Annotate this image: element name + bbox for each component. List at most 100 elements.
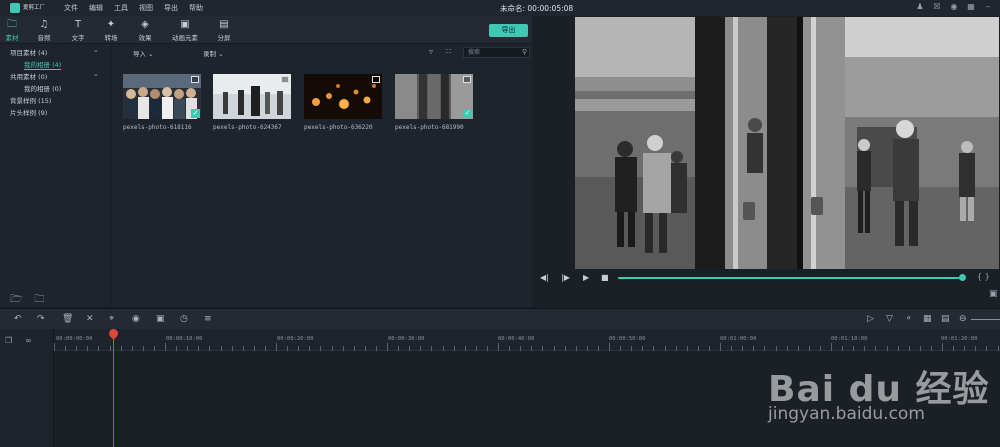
color-icon[interactable]: ◉ xyxy=(132,314,140,324)
playhead[interactable] xyxy=(113,333,114,447)
account-icon[interactable]: ♟ xyxy=(916,3,924,11)
image-icon: ▣ xyxy=(180,19,190,30)
tree-actions: 🗁 🗀 xyxy=(10,292,44,309)
transition-icon: ✦ xyxy=(106,19,116,30)
delete-icon[interactable]: 🗑 xyxy=(62,314,73,324)
tree-item-shared-media[interactable]: 共用素材 (0) xyxy=(10,71,47,81)
main-toolbar: 🗀 素材 ♫ 音频 T 文字 ✦ 转场 ◈ 效果 ▣ 动画元素 ▤ 分屏 导出 xyxy=(0,16,532,44)
menu-file[interactable]: 文件 xyxy=(64,3,78,13)
redo-icon[interactable]: ↷ xyxy=(37,314,45,324)
tab-media[interactable]: 🗀 素材 xyxy=(0,19,27,42)
new-folder-icon[interactable]: 🗁 xyxy=(10,292,22,309)
chevron-down-icon[interactable]: ⌄ xyxy=(93,46,99,54)
checkmark-icon[interactable]: ✓ xyxy=(191,109,200,118)
snapshot-icon[interactable]: ▣ xyxy=(989,289,998,299)
tab-split-screen[interactable]: ▤ 分屏 xyxy=(209,19,239,42)
track-manager-icon[interactable]: ❐ xyxy=(5,336,12,345)
tree-item-my-album[interactable]: 我的相册 (4) xyxy=(24,59,62,70)
crop-icon[interactable]: ⌖ xyxy=(109,314,114,324)
checkmark-icon[interactable]: ✓ xyxy=(463,109,472,118)
marker-icon[interactable]: ▤ xyxy=(941,314,950,324)
progress-handle[interactable] xyxy=(959,274,966,281)
voiceover-icon[interactable]: ▦ xyxy=(923,314,932,324)
minimize-icon[interactable]: – xyxy=(984,3,992,11)
filter-icon[interactable]: ▿ xyxy=(429,47,433,56)
tab-text[interactable]: T 文字 xyxy=(63,19,93,42)
tab-label: 文字 xyxy=(71,34,85,42)
tree-item-my-album-shared[interactable]: 我的相册 (0) xyxy=(24,83,61,93)
chevron-down-icon: ⌄ xyxy=(148,50,154,58)
media-thumbnail-4[interactable]: ✓ xyxy=(395,74,473,119)
media-thumbnail-3[interactable] xyxy=(304,74,382,119)
chevron-down-icon[interactable]: ⌄ xyxy=(93,70,99,78)
menu-edit[interactable]: 编辑 xyxy=(89,3,103,13)
cut-icon[interactable]: ✕ xyxy=(86,314,94,324)
menu-tools[interactable]: 工具 xyxy=(114,3,128,13)
crowd-photo xyxy=(123,74,201,119)
tick-label: 00:00:00:00 xyxy=(56,336,93,342)
previous-frame-icon[interactable]: ◀| xyxy=(540,273,549,282)
folder-icon[interactable]: 🗀 xyxy=(34,292,44,309)
search-placeholder: 搜索 xyxy=(468,49,481,56)
logo-text: 爱剪工厂 xyxy=(23,5,46,11)
image-type-icon xyxy=(372,76,380,83)
fullscreen-icon[interactable]: { } xyxy=(977,272,990,281)
tab-transition[interactable]: ✦ 转场 xyxy=(96,19,126,42)
tree-item-project-media[interactable]: 项目素材 (4) xyxy=(10,47,47,57)
record-dropdown[interactable]: 录制 ⌄ xyxy=(203,48,224,58)
step-forward-icon[interactable]: |▶ xyxy=(561,273,570,282)
tab-audio[interactable]: ♫ 音频 xyxy=(29,19,59,42)
tab-label: 动画元素 xyxy=(172,34,198,42)
render-icon[interactable]: ▷ xyxy=(867,314,874,324)
zoom-out-icon[interactable]: ⊖ xyxy=(959,314,967,324)
play-icon[interactable]: ▶ xyxy=(583,273,589,282)
title-bar: 爱剪工厂 文件 编辑 工具 视图 导出 帮助 未命名: 00:00:05:08 … xyxy=(0,0,1000,16)
baidu-watermark: Bai du 经验 jingyan.baidu.com xyxy=(760,358,1000,447)
playback-progress[interactable] xyxy=(618,277,962,279)
effect-icon: ◈ xyxy=(141,19,149,30)
save-icon[interactable]: ▦ xyxy=(967,3,975,11)
link-icon[interactable]: ∞ xyxy=(25,336,32,345)
zoom-slider[interactable] xyxy=(971,319,1000,320)
folder-icon: 🗀 xyxy=(7,19,17,30)
screen-record-icon[interactable]: ▣ xyxy=(156,314,165,324)
tick-label: 00:01:00:00 xyxy=(720,336,757,342)
media-panel: 🗀 素材 ♫ 音频 T 文字 ✦ 转场 ◈ 效果 ▣ 动画元素 ▤ 分屏 导出 … xyxy=(0,16,532,307)
menu-help[interactable]: 帮助 xyxy=(189,3,203,13)
shield-icon[interactable]: ▽ xyxy=(886,314,893,324)
media-thumbnail-2[interactable] xyxy=(213,74,291,119)
undo-icon[interactable]: ↶ xyxy=(14,314,22,324)
tab-effect[interactable]: ◈ 效果 xyxy=(130,19,160,42)
tree-item-background-samples[interactable]: 背景样例 (15) xyxy=(10,95,51,105)
search-icon[interactable]: ⚲ xyxy=(522,48,527,57)
search-input[interactable]: 搜索 ⚲ xyxy=(463,47,530,58)
media-name: pexels-photo-624367 xyxy=(213,124,282,131)
image-type-icon xyxy=(191,76,199,83)
import-label: 导入 xyxy=(133,50,146,58)
media-name: pexels-photo-681990 xyxy=(395,124,464,131)
stop-icon[interactable]: ■ xyxy=(601,273,609,282)
subway-photo xyxy=(395,74,473,119)
media-thumbnail-1[interactable]: ✓ xyxy=(123,74,201,119)
tick-label: 00:00:40:00 xyxy=(498,336,535,342)
menu-view[interactable]: 视图 xyxy=(139,3,153,13)
tab-elements[interactable]: ▣ 动画元素 xyxy=(169,19,201,42)
filter-bar: 导入 ⌄ 录制 ⌄ ▿ ∷ 搜索 ⚲ xyxy=(112,45,532,61)
import-dropdown[interactable]: 导入 ⌄ xyxy=(133,48,154,58)
media-name: pexels-photo-636220 xyxy=(304,124,373,131)
adjust-icon[interactable]: ≡ xyxy=(204,314,212,324)
export-button[interactable]: 导出 xyxy=(489,24,528,37)
menu-export[interactable]: 导出 xyxy=(164,3,178,13)
cart-icon[interactable]: ☒ xyxy=(933,3,941,11)
tick-label: 00:00:50:00 xyxy=(609,336,646,342)
clock-icon[interactable]: ◷ xyxy=(180,314,188,324)
tick-label: 00:00:30:00 xyxy=(388,336,425,342)
tab-label: 效果 xyxy=(138,34,152,42)
notification-icon[interactable]: ◉ xyxy=(950,3,958,11)
tree-item-intro-samples[interactable]: 片头样例 (9) xyxy=(10,107,47,117)
image-type-icon xyxy=(281,76,289,83)
time-ruler[interactable]: 00:00:00:00 00:00:10:00 00:00:20:00 00:0… xyxy=(54,329,1000,351)
grid-view-icon[interactable]: ∷ xyxy=(446,47,451,56)
preview-video[interactable] xyxy=(575,17,999,269)
microphone-icon[interactable]: ⚬ xyxy=(905,314,913,324)
